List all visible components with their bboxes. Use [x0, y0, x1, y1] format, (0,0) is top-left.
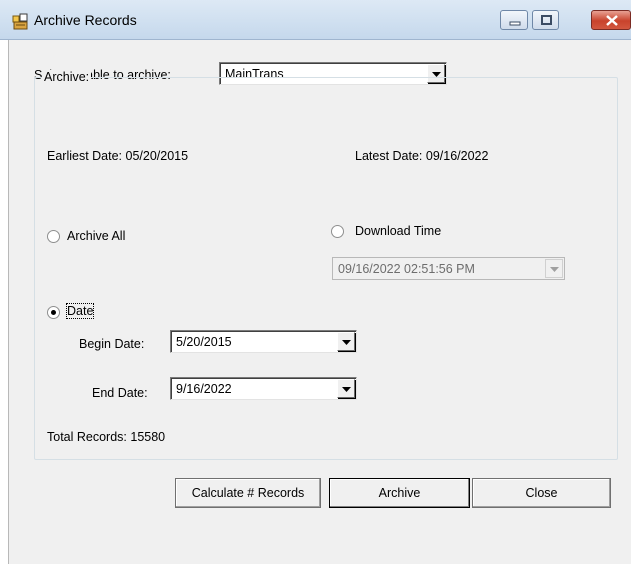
chevron-down-icon: [342, 387, 351, 392]
archive-all-label[interactable]: Archive All: [67, 229, 125, 243]
radio-selected-dot: [51, 310, 56, 315]
title-bar[interactable]: Archive Records: [0, 0, 631, 40]
archive-all-radio[interactable]: [47, 230, 60, 243]
window-title: Archive Records: [34, 12, 137, 28]
end-date-value: 9/16/2022: [176, 382, 232, 396]
app-icon: [12, 13, 28, 30]
end-date-dropdown-button[interactable]: [337, 379, 355, 398]
minimize-icon: [509, 21, 521, 26]
end-date-label: End Date:: [92, 386, 148, 400]
maximize-button[interactable]: [532, 10, 559, 30]
maximize-icon: [541, 15, 552, 25]
archive-button[interactable]: Archive: [329, 478, 470, 508]
dialog-body: Select a table to archive: MainTrans Arc…: [8, 40, 631, 564]
download-time-dropdown-button: [545, 259, 563, 278]
download-time-label[interactable]: Download Time: [355, 224, 441, 238]
close-window-button[interactable]: [591, 10, 631, 30]
begin-date-picker[interactable]: 5/20/2015: [170, 330, 357, 353]
archive-group-legend: Archive:: [42, 70, 92, 84]
chevron-down-icon: [550, 267, 559, 272]
date-radio[interactable]: [47, 306, 60, 319]
chevron-down-icon: [342, 340, 351, 345]
download-time-value: 09/16/2022 02:51:56 PM: [338, 262, 475, 276]
earliest-date-text: Earliest Date: 05/20/2015: [47, 149, 189, 163]
begin-date-dropdown-button[interactable]: [337, 332, 355, 351]
close-button[interactable]: Close: [472, 478, 611, 508]
latest-date-text: Latest Date: 09/16/2022: [355, 149, 489, 163]
begin-date-label: Begin Date:: [79, 337, 145, 351]
date-label[interactable]: Date: [65, 303, 95, 319]
close-icon: [606, 15, 618, 26]
download-time-radio[interactable]: [331, 225, 344, 238]
total-records-text: Total Records: 15580: [47, 430, 166, 444]
download-time-select: 09/16/2022 02:51:56 PM: [332, 257, 565, 280]
begin-date-value: 5/20/2015: [176, 335, 232, 349]
archive-records-window: Archive Records Select a table to archiv…: [0, 0, 631, 564]
end-date-picker[interactable]: 9/16/2022: [170, 377, 357, 400]
minimize-button[interactable]: [500, 10, 528, 30]
calculate-records-button[interactable]: Calculate # Records: [175, 478, 321, 508]
